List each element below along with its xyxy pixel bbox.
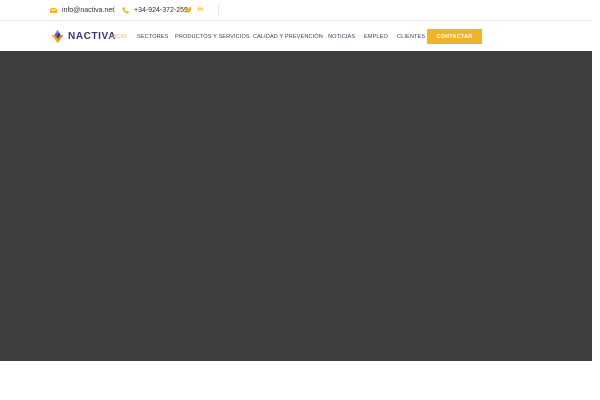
logo[interactable]: NACTIVA bbox=[50, 27, 116, 45]
nav-item-noticias[interactable]: NOTICIAS bbox=[328, 22, 355, 51]
divider bbox=[114, 5, 115, 16]
hero-banner bbox=[0, 51, 592, 361]
envelope-icon bbox=[50, 8, 57, 13]
phone-icon bbox=[122, 7, 129, 14]
nav-item-inicio[interactable]: INICIO bbox=[109, 22, 127, 51]
nav-item-productos-y-servicios[interactable]: PRODUCTOS Y SERVICIOS bbox=[175, 22, 250, 51]
social-links: f in bbox=[178, 0, 203, 21]
top-contact-bar: info@nactiva.net +34-924-372-259 f in bbox=[0, 0, 592, 21]
nactiva-logo-icon bbox=[51, 29, 64, 43]
nav-item-clientes[interactable]: CLIENTES bbox=[397, 22, 425, 51]
linkedin-icon[interactable]: in bbox=[197, 7, 203, 14]
content-area bbox=[0, 361, 592, 400]
email-link[interactable]: info@nactiva.net bbox=[50, 0, 114, 21]
nav-item-calidad-y-prevencion[interactable]: CALIDAD Y PREVENCIÓN bbox=[253, 22, 323, 51]
main-navigation: NACTIVA INICIO SECTORES PRODUCTOS Y SERV… bbox=[0, 22, 592, 51]
contactar-button[interactable]: CONTACTAR bbox=[427, 29, 482, 44]
nav-item-empleo[interactable]: EMPLEO bbox=[364, 22, 388, 51]
twitter-icon[interactable] bbox=[185, 6, 193, 15]
scrollbar[interactable] bbox=[592, 0, 600, 400]
facebook-icon[interactable]: f bbox=[178, 7, 180, 14]
nav-item-sectores[interactable]: SECTORES bbox=[137, 22, 168, 51]
email-text: info@nactiva.net bbox=[62, 7, 115, 14]
divider bbox=[218, 5, 219, 16]
